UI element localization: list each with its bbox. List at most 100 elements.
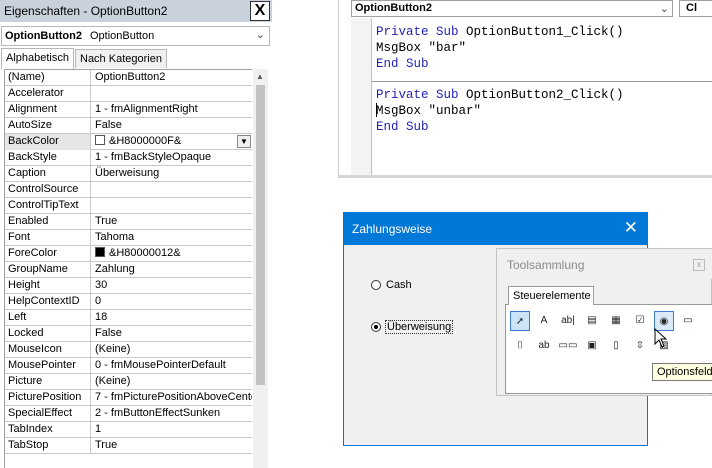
code-line[interactable]: End Sub bbox=[376, 56, 429, 72]
object-combo-value: OptionButton2 bbox=[355, 2, 432, 14]
property-row[interactable]: ForeColor &H80000012& bbox=[5, 246, 252, 262]
property-row[interactable]: Locked False bbox=[5, 326, 252, 342]
property-value[interactable]: Zahlung bbox=[92, 262, 252, 278]
property-name: ForeColor bbox=[5, 246, 91, 262]
property-row[interactable]: Font Tahoma bbox=[5, 230, 252, 246]
property-name: Font bbox=[5, 230, 91, 246]
property-value[interactable] bbox=[92, 86, 252, 102]
chevron-down-icon: ⌄ bbox=[255, 29, 265, 41]
property-value[interactable]: 2 - fmButtonEffectSunken bbox=[92, 406, 252, 422]
label-tool-icon[interactable]: A bbox=[534, 311, 554, 331]
tabstrip-tool-icon[interactable]: ▭▭ bbox=[558, 336, 578, 356]
property-row[interactable]: Caption Überweisung bbox=[5, 166, 252, 182]
tab-nach-kategorien[interactable]: Nach Kategorien bbox=[75, 49, 167, 68]
property-value[interactable]: 1 - fmAlignmentRight bbox=[92, 102, 252, 118]
close-icon[interactable]: x bbox=[693, 259, 705, 271]
property-name: Enabled bbox=[5, 214, 91, 230]
property-value[interactable]: (Keine) bbox=[92, 374, 252, 390]
property-row[interactable]: Accelerator bbox=[5, 86, 252, 102]
togglebutton-tool-icon[interactable]: ▭ bbox=[678, 311, 698, 331]
text-caret bbox=[376, 103, 377, 117]
checkbox-tool-icon[interactable]: ☑ bbox=[630, 311, 650, 331]
property-value[interactable]: 1 - fmBackStyleOpaque bbox=[92, 150, 252, 166]
property-row[interactable]: (Name) OptionButton2 bbox=[5, 70, 252, 86]
property-value[interactable]: 0 bbox=[92, 294, 252, 310]
object-selector[interactable]: OptionButton2 OptionButton ⌄ bbox=[1, 26, 270, 46]
property-row[interactable]: MouseIcon (Keine) bbox=[5, 342, 252, 358]
property-value[interactable]: 18 bbox=[92, 310, 252, 326]
property-grid-scrollbar[interactable]: ▲ bbox=[253, 69, 268, 468]
property-row[interactable]: TabStop True bbox=[5, 438, 252, 454]
scroll-up-icon[interactable]: ▲ bbox=[256, 72, 264, 81]
select-objects-tool-icon[interactable]: ➚ bbox=[510, 311, 530, 331]
property-value[interactable] bbox=[92, 198, 252, 214]
tooltip: Optionsfeld bbox=[652, 363, 712, 381]
property-row[interactable]: HelpContextID 0 bbox=[5, 294, 252, 310]
property-row[interactable]: TabIndex 1 bbox=[5, 422, 252, 438]
property-row[interactable]: BackColor &H8000000F& ▼ bbox=[5, 134, 252, 150]
multipage-tool-icon[interactable]: ▣ bbox=[582, 336, 602, 356]
code-line[interactable]: MsgBox "bar" bbox=[376, 40, 466, 56]
property-value[interactable]: Überweisung bbox=[92, 166, 252, 182]
property-row[interactable]: Enabled True bbox=[5, 214, 252, 230]
commandbutton-tool-icon[interactable]: ab bbox=[534, 336, 554, 356]
code-gutter bbox=[351, 18, 372, 175]
tab-steuerelemente[interactable]: Steuerelemente bbox=[508, 286, 594, 305]
object-combo[interactable]: OptionButton2 ⌄ bbox=[351, 0, 673, 17]
dropdown-arrow-icon[interactable]: ▼ bbox=[237, 135, 251, 148]
code-line[interactable]: Private Sub OptionButton2_Click() bbox=[376, 87, 624, 103]
scrollbar-tool-icon[interactable]: ▯ bbox=[606, 336, 626, 356]
property-value[interactable] bbox=[92, 182, 252, 198]
listbox-tool-icon[interactable]: ▦ bbox=[606, 311, 626, 331]
code-text: MsgBox "unbar" bbox=[376, 104, 482, 118]
property-value[interactable]: True bbox=[92, 214, 252, 230]
property-name: MouseIcon bbox=[5, 342, 91, 358]
property-value[interactable]: 7 - fmPicturePositionAboveCenter bbox=[92, 390, 252, 406]
property-value-text: &H80000012& bbox=[109, 247, 181, 259]
close-icon[interactable]: ✕ bbox=[624, 218, 638, 238]
property-row[interactable]: ControlTipText bbox=[5, 198, 252, 214]
code-line[interactable]: MsgBox "unbar" bbox=[376, 103, 481, 119]
property-value[interactable]: (Keine) bbox=[92, 342, 252, 358]
property-value[interactable]: 0 - fmMousePointerDefault bbox=[92, 358, 252, 374]
property-row[interactable]: Height 30 bbox=[5, 278, 252, 294]
color-swatch bbox=[95, 135, 105, 145]
property-row[interactable]: MousePointer 0 - fmMousePointerDefault bbox=[5, 358, 252, 374]
userform-titlebar[interactable]: Zahlungsweise ✕ bbox=[344, 213, 647, 245]
property-row[interactable]: Picture (Keine) bbox=[5, 374, 252, 390]
property-value[interactable]: &H8000000F& ▼ bbox=[92, 134, 252, 150]
scrollbar-thumb[interactable] bbox=[256, 85, 265, 385]
spinbutton-tool-icon[interactable]: ⇳ bbox=[630, 336, 650, 356]
property-value[interactable]: False bbox=[92, 118, 252, 134]
property-row[interactable]: Left 18 bbox=[5, 310, 252, 326]
radio-icon[interactable] bbox=[371, 280, 381, 290]
property-row[interactable]: ControlSource bbox=[5, 182, 252, 198]
property-value[interactable]: True bbox=[92, 438, 252, 454]
frame-tool-icon[interactable]: ⌷ bbox=[510, 336, 530, 356]
procedure-combo[interactable]: Cl bbox=[679, 0, 712, 17]
property-row[interactable]: PicturePosition 7 - fmPicturePositionAbov… bbox=[5, 390, 252, 406]
property-value[interactable]: False bbox=[92, 326, 252, 342]
property-row[interactable]: BackStyle 1 - fmBackStyleOpaque bbox=[5, 150, 252, 166]
tab-alphabetisch[interactable]: Alphabetisch bbox=[1, 48, 74, 69]
properties-titlebar[interactable]: Eigenschaften - OptionButton2 X bbox=[0, 0, 272, 22]
property-value[interactable]: OptionButton2 bbox=[92, 70, 252, 86]
property-row[interactable]: GroupName Zahlung bbox=[5, 262, 252, 278]
code-line[interactable]: End Sub bbox=[376, 119, 429, 135]
property-row[interactable]: AutoSize False bbox=[5, 118, 252, 134]
toolbox-titlebar[interactable]: Toolsammlung x bbox=[497, 249, 712, 279]
property-row[interactable]: SpecialEffect 2 - fmButtonEffectSunken bbox=[5, 406, 252, 422]
close-icon[interactable]: X bbox=[250, 1, 270, 21]
property-value[interactable]: 1 bbox=[92, 422, 252, 438]
code-line[interactable]: Private Sub OptionButton1_Click() bbox=[376, 24, 624, 40]
radio-checked-icon[interactable] bbox=[371, 322, 381, 332]
property-name: ControlSource bbox=[5, 182, 91, 198]
property-name: (Name) bbox=[5, 70, 91, 86]
userform-title: Zahlungsweise bbox=[352, 222, 433, 236]
property-value[interactable]: Tahoma bbox=[92, 230, 252, 246]
property-value[interactable]: &H80000012& bbox=[92, 246, 252, 262]
combobox-tool-icon[interactable]: ▤ bbox=[582, 311, 602, 331]
property-row[interactable]: Alignment 1 - fmAlignmentRight bbox=[5, 102, 252, 118]
property-value[interactable]: 30 bbox=[92, 278, 252, 294]
textbox-tool-icon[interactable]: ab| bbox=[558, 311, 578, 331]
